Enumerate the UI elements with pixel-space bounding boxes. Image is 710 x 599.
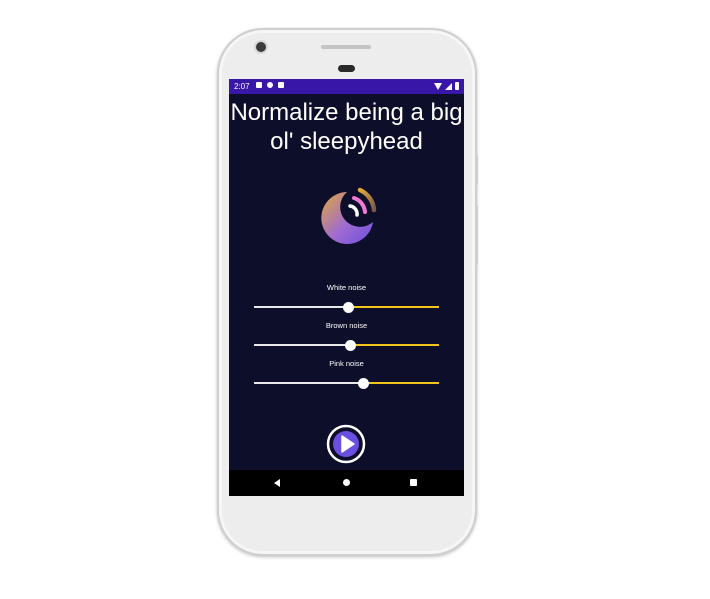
status-bar: 2:07 bbox=[229, 79, 464, 94]
slider-track-inactive bbox=[348, 306, 439, 308]
wifi-icon bbox=[434, 83, 442, 90]
page-title: Normalize being a big ol' sleepyhead bbox=[230, 99, 463, 155]
pink-noise-slider[interactable] bbox=[254, 378, 439, 389]
slider-thumb[interactable] bbox=[345, 340, 357, 351]
white-noise-slider[interactable] bbox=[254, 302, 439, 313]
status-time: 2:07 bbox=[234, 82, 250, 91]
signal-icon bbox=[445, 83, 452, 90]
volume-button bbox=[475, 205, 478, 265]
system-icons bbox=[434, 82, 459, 90]
slider-thumb[interactable] bbox=[358, 378, 370, 389]
pink-noise-control: Pink noise bbox=[254, 359, 439, 389]
brown-noise-slider[interactable] bbox=[254, 340, 439, 351]
sync-icon bbox=[267, 82, 273, 88]
brown-noise-control: Brown noise bbox=[254, 321, 439, 351]
white-noise-label: White noise bbox=[326, 283, 367, 292]
speaker-grill bbox=[321, 45, 371, 49]
play-button[interactable] bbox=[326, 424, 366, 464]
slider-track-active bbox=[254, 306, 349, 308]
recents-icon[interactable] bbox=[410, 479, 417, 486]
pink-noise-label: Pink noise bbox=[329, 359, 364, 368]
home-icon[interactable] bbox=[343, 479, 350, 486]
slider-thumb[interactable] bbox=[343, 302, 355, 313]
slider-track-inactive bbox=[363, 382, 439, 384]
brown-noise-label: Brown noise bbox=[325, 321, 368, 330]
power-button bbox=[475, 155, 478, 185]
white-noise-control: White noise bbox=[254, 283, 439, 313]
notification-icon bbox=[256, 82, 262, 88]
slider-track-inactive bbox=[350, 344, 439, 346]
notification-icons bbox=[256, 82, 284, 88]
proximity-sensor bbox=[338, 65, 355, 72]
sim-icon bbox=[278, 82, 284, 88]
navigation-bar bbox=[229, 470, 464, 496]
front-camera bbox=[256, 42, 266, 52]
slider-track-active bbox=[254, 382, 364, 384]
slider-track-active bbox=[254, 344, 351, 346]
moon-sound-icon bbox=[321, 187, 377, 244]
back-icon[interactable] bbox=[274, 479, 280, 487]
app-screen: 2:07 Normalize being a big ol' sleepyhea… bbox=[229, 79, 464, 496]
battery-icon bbox=[455, 82, 459, 90]
